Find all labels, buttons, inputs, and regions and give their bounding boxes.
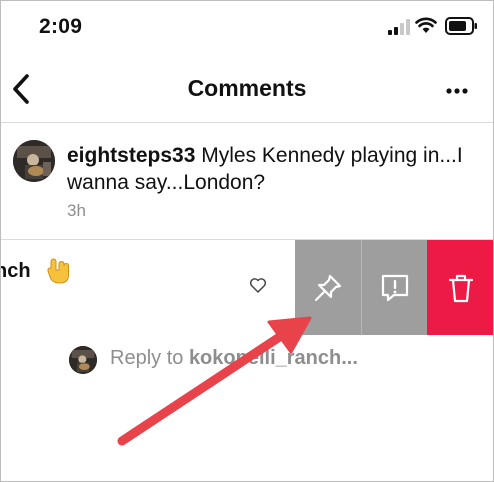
more-horizontal-icon[interactable] [445, 87, 469, 95]
report-comment-button[interactable] [362, 240, 427, 335]
reply-input-prompt[interactable]: Reply to kokopelli_ranch... [110, 347, 358, 370]
wifi-icon [415, 17, 437, 33]
caption-text: eightsteps33 Myles Kennedy playing in...… [67, 142, 477, 196]
caption-username[interactable]: eightsteps33 [67, 144, 195, 167]
battery-icon [445, 17, 477, 35]
status-time: 2:09 [39, 15, 83, 38]
phone-screen: 2:09 Comments eightsteps33 Myles Kennedy… [0, 0, 494, 482]
caption-timestamp: 3h [67, 201, 86, 220]
trash-icon [448, 274, 474, 302]
reply-avatar[interactable] [69, 346, 97, 374]
page-title: Comments [187, 75, 307, 101]
pin-comment-button[interactable] [295, 240, 361, 335]
pin-icon [314, 274, 342, 301]
avatar[interactable] [13, 140, 55, 182]
rock-hand-emoji-icon [47, 258, 69, 284]
reply-username: kokopelli_ranch... [188, 347, 358, 369]
report-icon [381, 274, 408, 301]
heart-icon[interactable] [249, 277, 267, 294]
header-divider [1, 122, 493, 123]
delete-comment-button[interactable] [427, 240, 493, 335]
cellular-signal-icon [388, 19, 410, 35]
comment-username-partial: nch [1, 260, 31, 282]
reply-prefix: Reply to [110, 347, 184, 369]
